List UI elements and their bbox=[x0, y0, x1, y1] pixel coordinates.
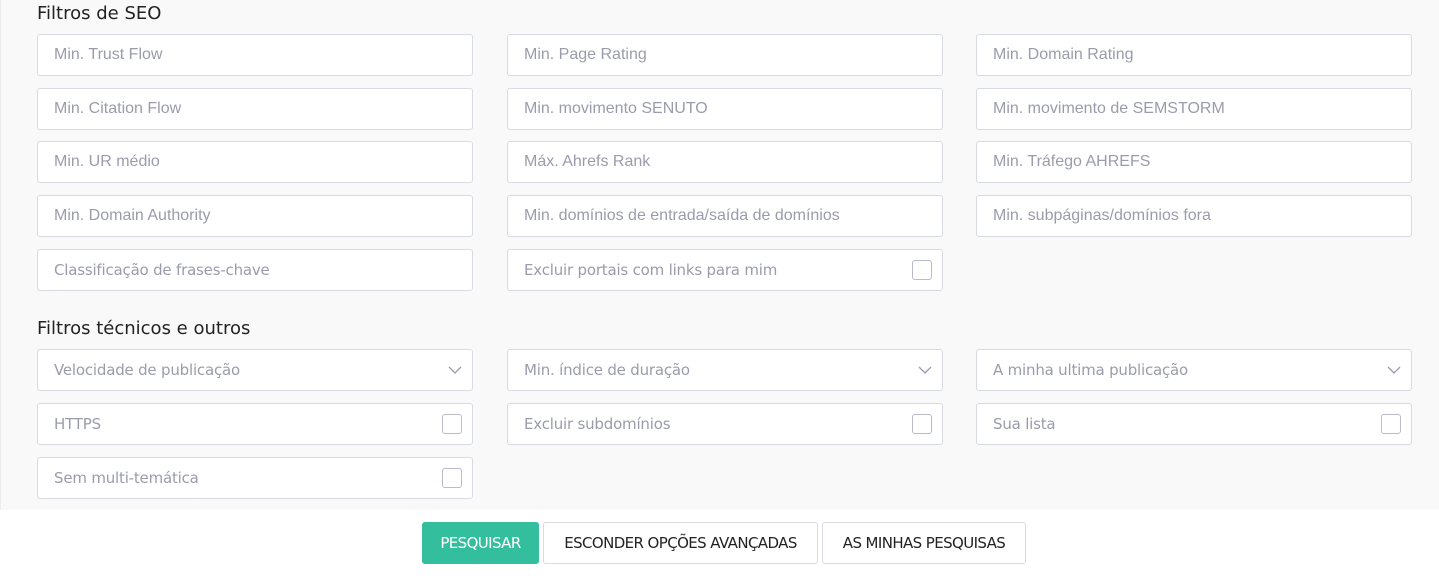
no-multi-topic-checkbox[interactable] bbox=[442, 468, 462, 488]
no-multi-topic-field[interactable]: Sem multi-temática bbox=[37, 457, 473, 499]
exclude-linking-portals-checkbox[interactable] bbox=[912, 260, 932, 280]
field-placeholder: Min. Domain Rating bbox=[993, 46, 1134, 63]
select-placeholder: A minha ultima publicação bbox=[993, 361, 1189, 379]
your-list-checkbox[interactable] bbox=[1381, 414, 1401, 434]
field-placeholder: Min. Citation Flow bbox=[54, 100, 182, 117]
field-placeholder: Min. Domain Authority bbox=[54, 207, 211, 224]
min-trust-flow-input[interactable]: Min. Trust Flow bbox=[37, 34, 473, 76]
https-field[interactable]: HTTPS bbox=[37, 403, 473, 445]
exclude-linking-portals-field[interactable]: Excluir portais com links para mim bbox=[507, 249, 943, 291]
https-checkbox[interactable] bbox=[442, 414, 462, 434]
field-placeholder: Máx. Ahrefs Rank bbox=[524, 153, 651, 170]
field-placeholder: Min. domínios de entrada/saída de domíni… bbox=[524, 207, 840, 224]
field-placeholder: Min. Trust Flow bbox=[54, 46, 163, 63]
field-label: Excluir subdomínios bbox=[524, 415, 671, 433]
min-subpages-domains-input[interactable]: Min. subpáginas/domínios fora bbox=[976, 195, 1412, 237]
field-placeholder: Min. UR médio bbox=[54, 153, 160, 170]
filters-panel: Filtros de SEO Min. Trust Flow Min. Page… bbox=[0, 0, 1439, 510]
select-placeholder: Velocidade de publicação bbox=[54, 361, 240, 379]
min-citation-flow-input[interactable]: Min. Citation Flow bbox=[37, 88, 473, 130]
my-last-publication-select[interactable]: A minha ultima publicação bbox=[976, 349, 1412, 391]
min-domains-in-out-input[interactable]: Min. domínios de entrada/saída de domíni… bbox=[507, 195, 943, 237]
exclude-subdomains-checkbox[interactable] bbox=[912, 414, 932, 434]
min-senuto-input[interactable]: Min. movimento SENUTO bbox=[507, 88, 943, 130]
field-label: Excluir portais com links para mim bbox=[524, 261, 778, 279]
chevron-down-icon bbox=[1387, 366, 1401, 374]
field-placeholder: Min. Tráfego AHREFS bbox=[993, 153, 1151, 170]
chevron-down-icon bbox=[448, 366, 462, 374]
publication-speed-select[interactable]: Velocidade de publicação bbox=[37, 349, 473, 391]
min-semstorm-input[interactable]: Min. movimento de SEMSTORM bbox=[976, 88, 1412, 130]
field-placeholder: Min. movimento SENUTO bbox=[524, 100, 708, 117]
min-domain-authority-input[interactable]: Min. Domain Authority bbox=[37, 195, 473, 237]
min-domain-rating-input[interactable]: Min. Domain Rating bbox=[976, 34, 1412, 76]
field-placeholder: Min. movimento de SEMSTORM bbox=[993, 100, 1225, 117]
min-duration-index-select[interactable]: Min. índice de duração bbox=[507, 349, 943, 391]
max-ahrefs-rank-input[interactable]: Máx. Ahrefs Rank bbox=[507, 141, 943, 183]
seo-filters-title: Filtros de SEO bbox=[37, 3, 162, 24]
field-label: Sua lista bbox=[993, 415, 1056, 433]
field-label: HTTPS bbox=[54, 415, 101, 433]
field-placeholder: Min. subpáginas/domínios fora bbox=[993, 207, 1211, 224]
min-ahrefs-traffic-input[interactable]: Min. Tráfego AHREFS bbox=[976, 141, 1412, 183]
your-list-field[interactable]: Sua lista bbox=[976, 403, 1412, 445]
field-placeholder: Min. Page Rating bbox=[524, 46, 647, 63]
my-searches-button[interactable]: AS MINHAS PESQUISAS bbox=[822, 522, 1026, 564]
select-placeholder: Min. índice de duração bbox=[524, 361, 690, 379]
min-ur-input[interactable]: Min. UR médio bbox=[37, 141, 473, 183]
action-bar: PESQUISAR ESCONDER OPÇÕES AVANÇADAS AS M… bbox=[0, 510, 1439, 579]
chevron-down-icon bbox=[918, 366, 932, 374]
technical-filters-title: Filtros técnicos e outros bbox=[37, 318, 251, 339]
field-label: Sem multi-temática bbox=[54, 469, 199, 487]
exclude-subdomains-field[interactable]: Excluir subdomínios bbox=[507, 403, 943, 445]
field-placeholder: Classificação de frases-chave bbox=[54, 261, 270, 279]
min-page-rating-input[interactable]: Min. Page Rating bbox=[507, 34, 943, 76]
search-button[interactable]: PESQUISAR bbox=[422, 522, 539, 564]
keyword-ranking-input[interactable]: Classificação de frases-chave bbox=[37, 249, 473, 291]
hide-advanced-options-button[interactable]: ESCONDER OPÇÕES AVANÇADAS bbox=[543, 522, 818, 564]
